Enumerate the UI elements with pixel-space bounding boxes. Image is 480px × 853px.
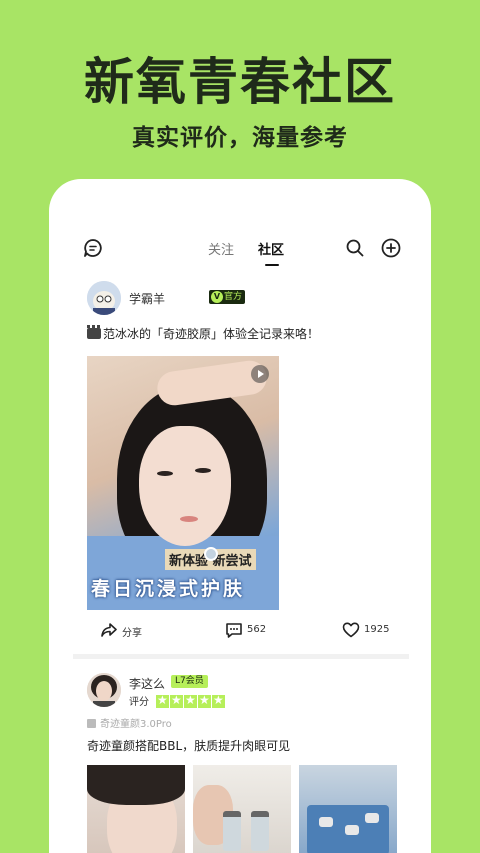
share-button[interactable]: 分享 xyxy=(100,623,142,639)
video-image-arm xyxy=(155,358,269,408)
post-image[interactable] xyxy=(299,765,397,853)
share-label: 分享 xyxy=(122,628,142,639)
comment-icon xyxy=(226,623,242,638)
star-icon xyxy=(212,693,225,708)
post-text[interactable]: 范冰冰的「奇迹胶原」体验全记录来咯！ xyxy=(87,325,319,342)
magnifier-icon xyxy=(204,547,218,561)
post-image[interactable] xyxy=(87,765,185,853)
rating-stars xyxy=(156,693,226,708)
tab-community[interactable]: 社区 xyxy=(258,239,284,258)
phone-screen: 关注 社区 学霸羊 V 官方 范冰冰的「奇迹胶原」体验全记录来咯！ 新体验 新尝… xyxy=(49,179,431,853)
image-hair xyxy=(87,765,185,805)
heart-icon xyxy=(342,622,360,638)
level-badge: L7会员 xyxy=(171,675,208,688)
star-icon xyxy=(156,693,169,708)
hero-title: 新氧青春社区 xyxy=(84,53,396,111)
like-count: 1925 xyxy=(364,624,390,635)
post-actions: 分享 562 1925 xyxy=(49,617,431,647)
post-text[interactable]: 奇迹童颜搭配BBL，肤质提升肉眼可见 xyxy=(87,737,290,754)
clapperboard-icon xyxy=(87,325,101,339)
play-icon[interactable] xyxy=(251,365,269,383)
search-icon[interactable] xyxy=(345,238,365,258)
product-icon xyxy=(87,719,96,728)
post-divider xyxy=(73,654,409,659)
image-item xyxy=(319,817,333,827)
product-name: 奇迹童颜3.0Pro xyxy=(100,719,172,730)
official-badge-label: 官方 xyxy=(224,292,243,302)
post-image[interactable] xyxy=(193,765,291,853)
video-image-eye xyxy=(157,471,173,476)
image-vial xyxy=(223,811,241,851)
image-item xyxy=(365,813,379,823)
tab-follow[interactable]: 关注 xyxy=(208,239,234,258)
video-caption-bottom: 春日沉浸式护肤 xyxy=(91,578,246,600)
star-icon xyxy=(170,693,183,708)
image-item xyxy=(345,825,359,835)
rating-label: 评分 xyxy=(129,697,149,708)
add-icon[interactable] xyxy=(380,237,402,259)
author-name[interactable]: 学霸羊 xyxy=(129,290,165,307)
official-badge: V 官方 xyxy=(209,290,246,304)
comment-button[interactable]: 562 xyxy=(225,623,267,638)
comment-count: 562 xyxy=(247,624,267,635)
share-icon xyxy=(101,623,117,637)
avatar[interactable] xyxy=(87,281,121,315)
author-name[interactable]: 李这么 xyxy=(129,675,165,692)
star-icon xyxy=(184,693,197,708)
post-text-content: 范冰冰的「奇迹胶原」体验全记录来咯！ xyxy=(103,327,320,341)
message-icon[interactable] xyxy=(83,238,103,258)
verified-icon: V xyxy=(211,291,223,303)
video-image-eye xyxy=(195,468,211,473)
image-vial xyxy=(251,811,269,851)
top-bar: 关注 社区 xyxy=(49,234,431,266)
video-image-face xyxy=(139,426,231,546)
avatar[interactable] xyxy=(87,673,121,707)
active-tab-indicator xyxy=(265,264,279,266)
like-button[interactable]: 1925 xyxy=(342,622,390,638)
hero-subtitle: 真实评价，海量参考 xyxy=(132,125,348,151)
video-image-lips xyxy=(180,516,198,522)
star-icon xyxy=(198,693,211,708)
post-video[interactable]: 新体验 新尝试 春日沉浸式护肤 xyxy=(87,356,279,610)
product-tag[interactable]: 奇迹童颜3.0Pro xyxy=(87,715,172,730)
